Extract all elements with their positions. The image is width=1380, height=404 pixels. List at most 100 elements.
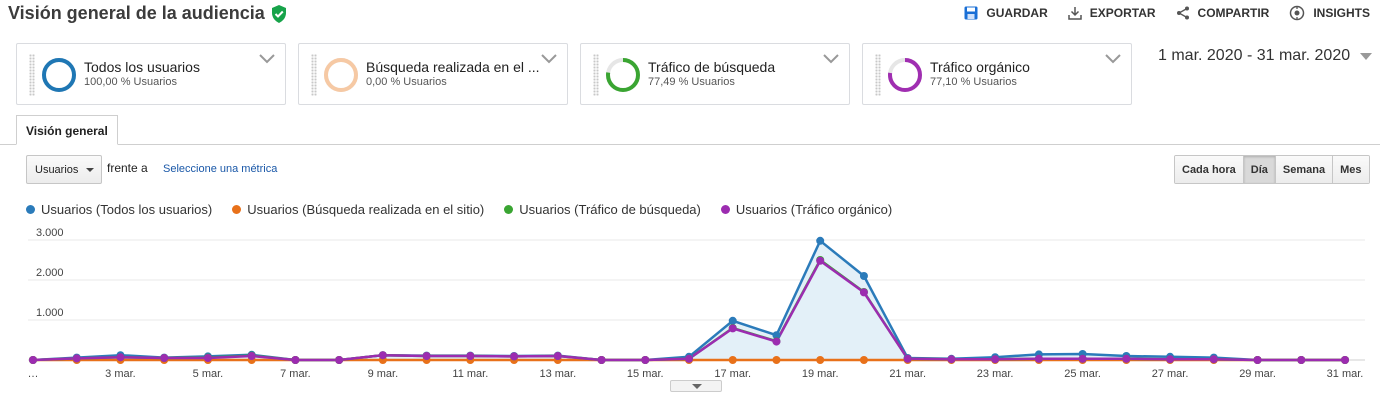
metric-select[interactable]: Usuarios	[26, 155, 102, 184]
segment-ring-icon	[42, 58, 76, 92]
data-point[interactable]	[1253, 356, 1262, 364]
data-point[interactable]	[816, 356, 825, 364]
report-toolbar: GUARDAR EXPORTAR COMPARTIR INSIGHTS	[964, 5, 1370, 21]
chevron-down-icon[interactable]	[541, 54, 557, 64]
legend-dot	[504, 205, 514, 214]
save-icon	[964, 6, 978, 20]
x-tick-label: 25 mar.	[1064, 368, 1101, 380]
granularity-day-button[interactable]: Día	[1242, 156, 1275, 183]
data-point[interactable]	[203, 354, 212, 362]
data-point[interactable]	[291, 356, 300, 364]
segment-card-all-users[interactable]: Todos los usuarios 100,00 % Usuarios	[16, 43, 286, 105]
series-line	[32, 258, 1345, 362]
data-point[interactable]	[1166, 355, 1175, 364]
select-metric-link[interactable]: Seleccione una métrica	[163, 163, 277, 175]
segment-card-search-traffic[interactable]: Tráfico de búsqueda 77,49 % Usuarios	[580, 43, 850, 105]
data-point[interactable]	[1122, 354, 1131, 363]
x-tick-label: …	[28, 368, 39, 380]
data-point[interactable]	[728, 324, 737, 333]
data-point[interactable]	[859, 288, 868, 297]
page-title: Visión general de la audiencia	[8, 3, 287, 24]
data-point[interactable]	[859, 272, 868, 280]
chevron-down-icon[interactable]	[1105, 54, 1121, 64]
y-tick-label: 3.000	[36, 227, 64, 239]
data-point[interactable]	[116, 353, 125, 362]
legend-label: Usuarios (Tráfico de búsqueda)	[519, 202, 701, 217]
data-point[interactable]	[903, 354, 912, 363]
data-point[interactable]	[378, 351, 387, 360]
data-point[interactable]	[72, 354, 81, 363]
x-tick-label: 17 mar.	[714, 368, 751, 380]
versus-label: frente a	[107, 161, 148, 175]
drag-handle[interactable]	[29, 54, 35, 96]
segment-name: Todos los usuarios	[84, 59, 200, 75]
export-label: EXPORTAR	[1089, 6, 1156, 20]
segment-name: Búsqueda realizada en el ...	[366, 59, 540, 75]
export-button[interactable]: EXPORTAR	[1068, 5, 1156, 21]
data-point[interactable]	[247, 352, 256, 360]
data-point[interactable]	[816, 236, 825, 245]
segment-ring-icon	[606, 58, 640, 92]
legend-label: Usuarios (Búsqueda realizada en el sitio…	[247, 202, 485, 217]
data-point[interactable]	[1297, 356, 1306, 364]
data-point[interactable]	[728, 316, 737, 325]
legend-item[interactable]: Usuarios (Todos los usuarios)	[26, 202, 212, 217]
data-point[interactable]	[991, 355, 1000, 364]
page-header: Visión general de la audiencia GUARDAR E…	[0, 0, 1380, 30]
data-point[interactable]	[510, 352, 519, 361]
segment-card-site-search[interactable]: Búsqueda realizada en el ... 0,00 % Usua…	[298, 43, 568, 105]
data-point[interactable]	[685, 354, 693, 363]
expand-chart-handle[interactable]	[670, 380, 722, 392]
ring-progress	[324, 58, 358, 92]
granularity-month-button[interactable]: Mes	[1332, 156, 1369, 183]
legend-dot	[26, 205, 35, 214]
data-point[interactable]	[859, 356, 868, 364]
drag-handle[interactable]	[311, 54, 317, 96]
segment-percent: 77,49 % Usuarios	[648, 76, 735, 88]
segment-ring-icon	[324, 58, 358, 92]
x-tick-label: 9 mar.	[368, 368, 399, 380]
x-tick-label: 29 mar.	[1239, 368, 1276, 380]
legend-item[interactable]: Usuarios (Tráfico orgánico)	[720, 202, 893, 217]
legend-label: Usuarios (Tráfico orgánico)	[735, 202, 893, 217]
legend-item[interactable]: Usuarios (Tráfico de búsqueda)	[504, 202, 701, 217]
insights-button[interactable]: INSIGHTS	[1289, 5, 1370, 21]
tab-overview[interactable]: Visión general	[16, 115, 118, 145]
data-point[interactable]	[597, 356, 606, 364]
y-tick-label: 2.000	[36, 267, 64, 279]
data-point[interactable]	[1034, 354, 1043, 363]
data-point[interactable]	[772, 356, 781, 364]
data-point[interactable]	[422, 352, 431, 360]
share-button[interactable]: COMPARTIR	[1176, 5, 1269, 21]
legend-dot	[720, 205, 730, 214]
data-point[interactable]	[816, 256, 825, 265]
data-point[interactable]	[728, 356, 737, 364]
granularity-week-button[interactable]: Semana	[1274, 156, 1333, 183]
data-point[interactable]	[641, 356, 650, 364]
data-point[interactable]	[466, 352, 475, 360]
granularity-hourly-button[interactable]: Cada hora	[1175, 156, 1243, 183]
chevron-down-icon[interactable]	[823, 54, 839, 64]
data-point[interactable]	[1209, 355, 1218, 364]
chart-legend: Usuarios (Todos los usuarios) Usuarios (…	[26, 202, 892, 217]
drag-handle[interactable]	[593, 54, 599, 96]
data-point[interactable]	[160, 354, 169, 362]
segment-percent: 77,10 % Usuarios	[930, 76, 1017, 88]
date-range-picker[interactable]: 1 mar. 2020 - 31 mar. 2020	[1158, 47, 1373, 65]
chevron-down-icon[interactable]	[259, 54, 275, 64]
date-range-text: 1 mar. 2020 - 31 mar. 2020	[1158, 47, 1351, 64]
segment-card-organic-traffic[interactable]: Tráfico orgánico 77,10 % Usuarios	[862, 43, 1132, 105]
x-tick-label: 23 mar.	[977, 368, 1014, 380]
data-point[interactable]	[947, 355, 956, 364]
save-button[interactable]: GUARDAR	[964, 5, 1048, 21]
data-point[interactable]	[29, 356, 37, 364]
drag-handle[interactable]	[875, 54, 881, 96]
save-label: GUARDAR	[986, 6, 1048, 20]
data-point[interactable]	[772, 337, 781, 346]
data-point[interactable]	[335, 356, 344, 364]
data-point[interactable]	[1341, 356, 1349, 364]
data-point[interactable]	[553, 352, 562, 360]
data-point[interactable]	[1078, 354, 1087, 363]
insights-label: INSIGHTS	[1313, 6, 1370, 20]
legend-item[interactable]: Usuarios (Búsqueda realizada en el sitio…	[232, 202, 484, 217]
